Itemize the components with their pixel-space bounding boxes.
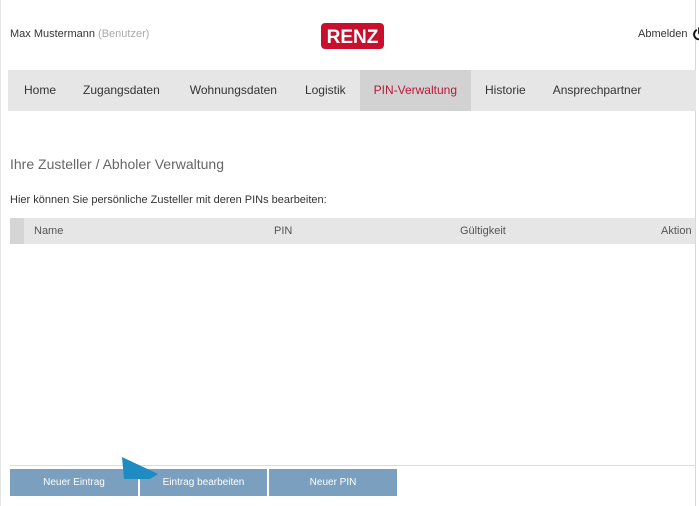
nav-item-zugangsdaten[interactable]: Zugangsdaten (71, 70, 176, 111)
page-title: Ihre Zusteller / Abholer Verwaltung (10, 156, 225, 172)
new-entry-button[interactable]: Neuer Eintrag (10, 469, 138, 496)
nav-item-wohnungsdaten[interactable]: Wohnungsdaten (176, 70, 291, 111)
renz-logo: RENZ (321, 23, 384, 49)
header: Max Mustermann (Benutzer) RENZ Abmelden (0, 0, 699, 70)
column-header-name[interactable]: Name (34, 225, 63, 237)
page-subtitle: Hier können Sie persönliche Zusteller mi… (10, 194, 327, 206)
nav-item-pin-verwaltung[interactable]: PIN-Verwaltung (359, 70, 471, 111)
user-role: (Benutzer) (98, 28, 150, 40)
mouse-pointer-icon (122, 457, 158, 479)
renz-logo-graphic: RENZ (327, 27, 379, 48)
nav-item-logistik[interactable]: Logistik (291, 70, 360, 111)
column-header-gueltigkeit[interactable]: Gültigkeit (460, 225, 506, 237)
user-info: Max Mustermann (Benutzer) (10, 28, 149, 40)
user-name: Max Mustermann (10, 28, 95, 40)
power-icon (692, 27, 699, 41)
logo-text: RENZ (327, 27, 379, 48)
new-pin-button[interactable]: Neuer PIN (269, 469, 397, 496)
table-header: Name PIN Gültigkeit Aktion (10, 218, 695, 244)
nav-item-historie[interactable]: Historie (471, 70, 540, 111)
main-navigation: Home Zugangsdaten Wohnungsdaten Logistik… (8, 70, 696, 111)
logout-label: Abmelden (638, 28, 688, 40)
table-footer-divider (10, 465, 696, 466)
nav-item-ansprechpartner[interactable]: Ansprechpartner (540, 70, 656, 111)
table-header-marker (10, 218, 24, 244)
column-header-aktion: Aktion (661, 225, 692, 237)
logout-button[interactable]: Abmelden (638, 27, 699, 41)
nav-item-home[interactable]: Home (8, 70, 71, 111)
column-header-pin[interactable]: PIN (274, 225, 292, 237)
